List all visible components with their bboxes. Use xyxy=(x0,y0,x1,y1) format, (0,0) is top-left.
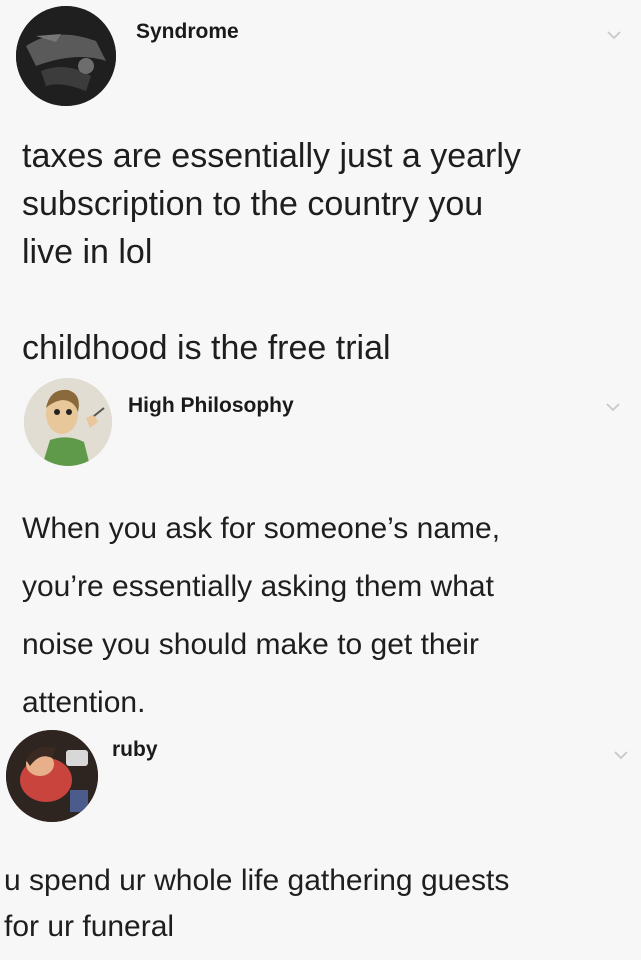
chevron-down-icon[interactable] xyxy=(606,402,620,412)
post-ruby: ruby u spend ur whole life gathering gue… xyxy=(0,712,641,960)
avatar-image-icon xyxy=(16,6,116,106)
chevron-down-icon[interactable] xyxy=(614,750,628,760)
post-high-philosophy: High Philosophy When you ask for someone… xyxy=(0,372,641,719)
post-text: When you ask for someone’s name, you’re … xyxy=(22,512,501,719)
post-syndrome: Syndrome taxes are essentially just a ye… xyxy=(0,0,641,375)
avatar-image-icon xyxy=(24,378,112,466)
username[interactable]: ruby xyxy=(112,738,158,762)
chevron-down-icon[interactable] xyxy=(607,30,621,40)
avatar[interactable] xyxy=(16,6,116,106)
username[interactable]: Syndrome xyxy=(136,20,239,44)
avatar[interactable] xyxy=(6,730,98,822)
username[interactable]: High Philosophy xyxy=(128,394,294,418)
post-text: u spend ur whole life gathering guests f… xyxy=(4,864,510,943)
avatar-image-icon xyxy=(6,730,98,822)
post-text: taxes are essentially just a yearly subs… xyxy=(22,137,521,367)
avatar[interactable] xyxy=(24,378,112,466)
